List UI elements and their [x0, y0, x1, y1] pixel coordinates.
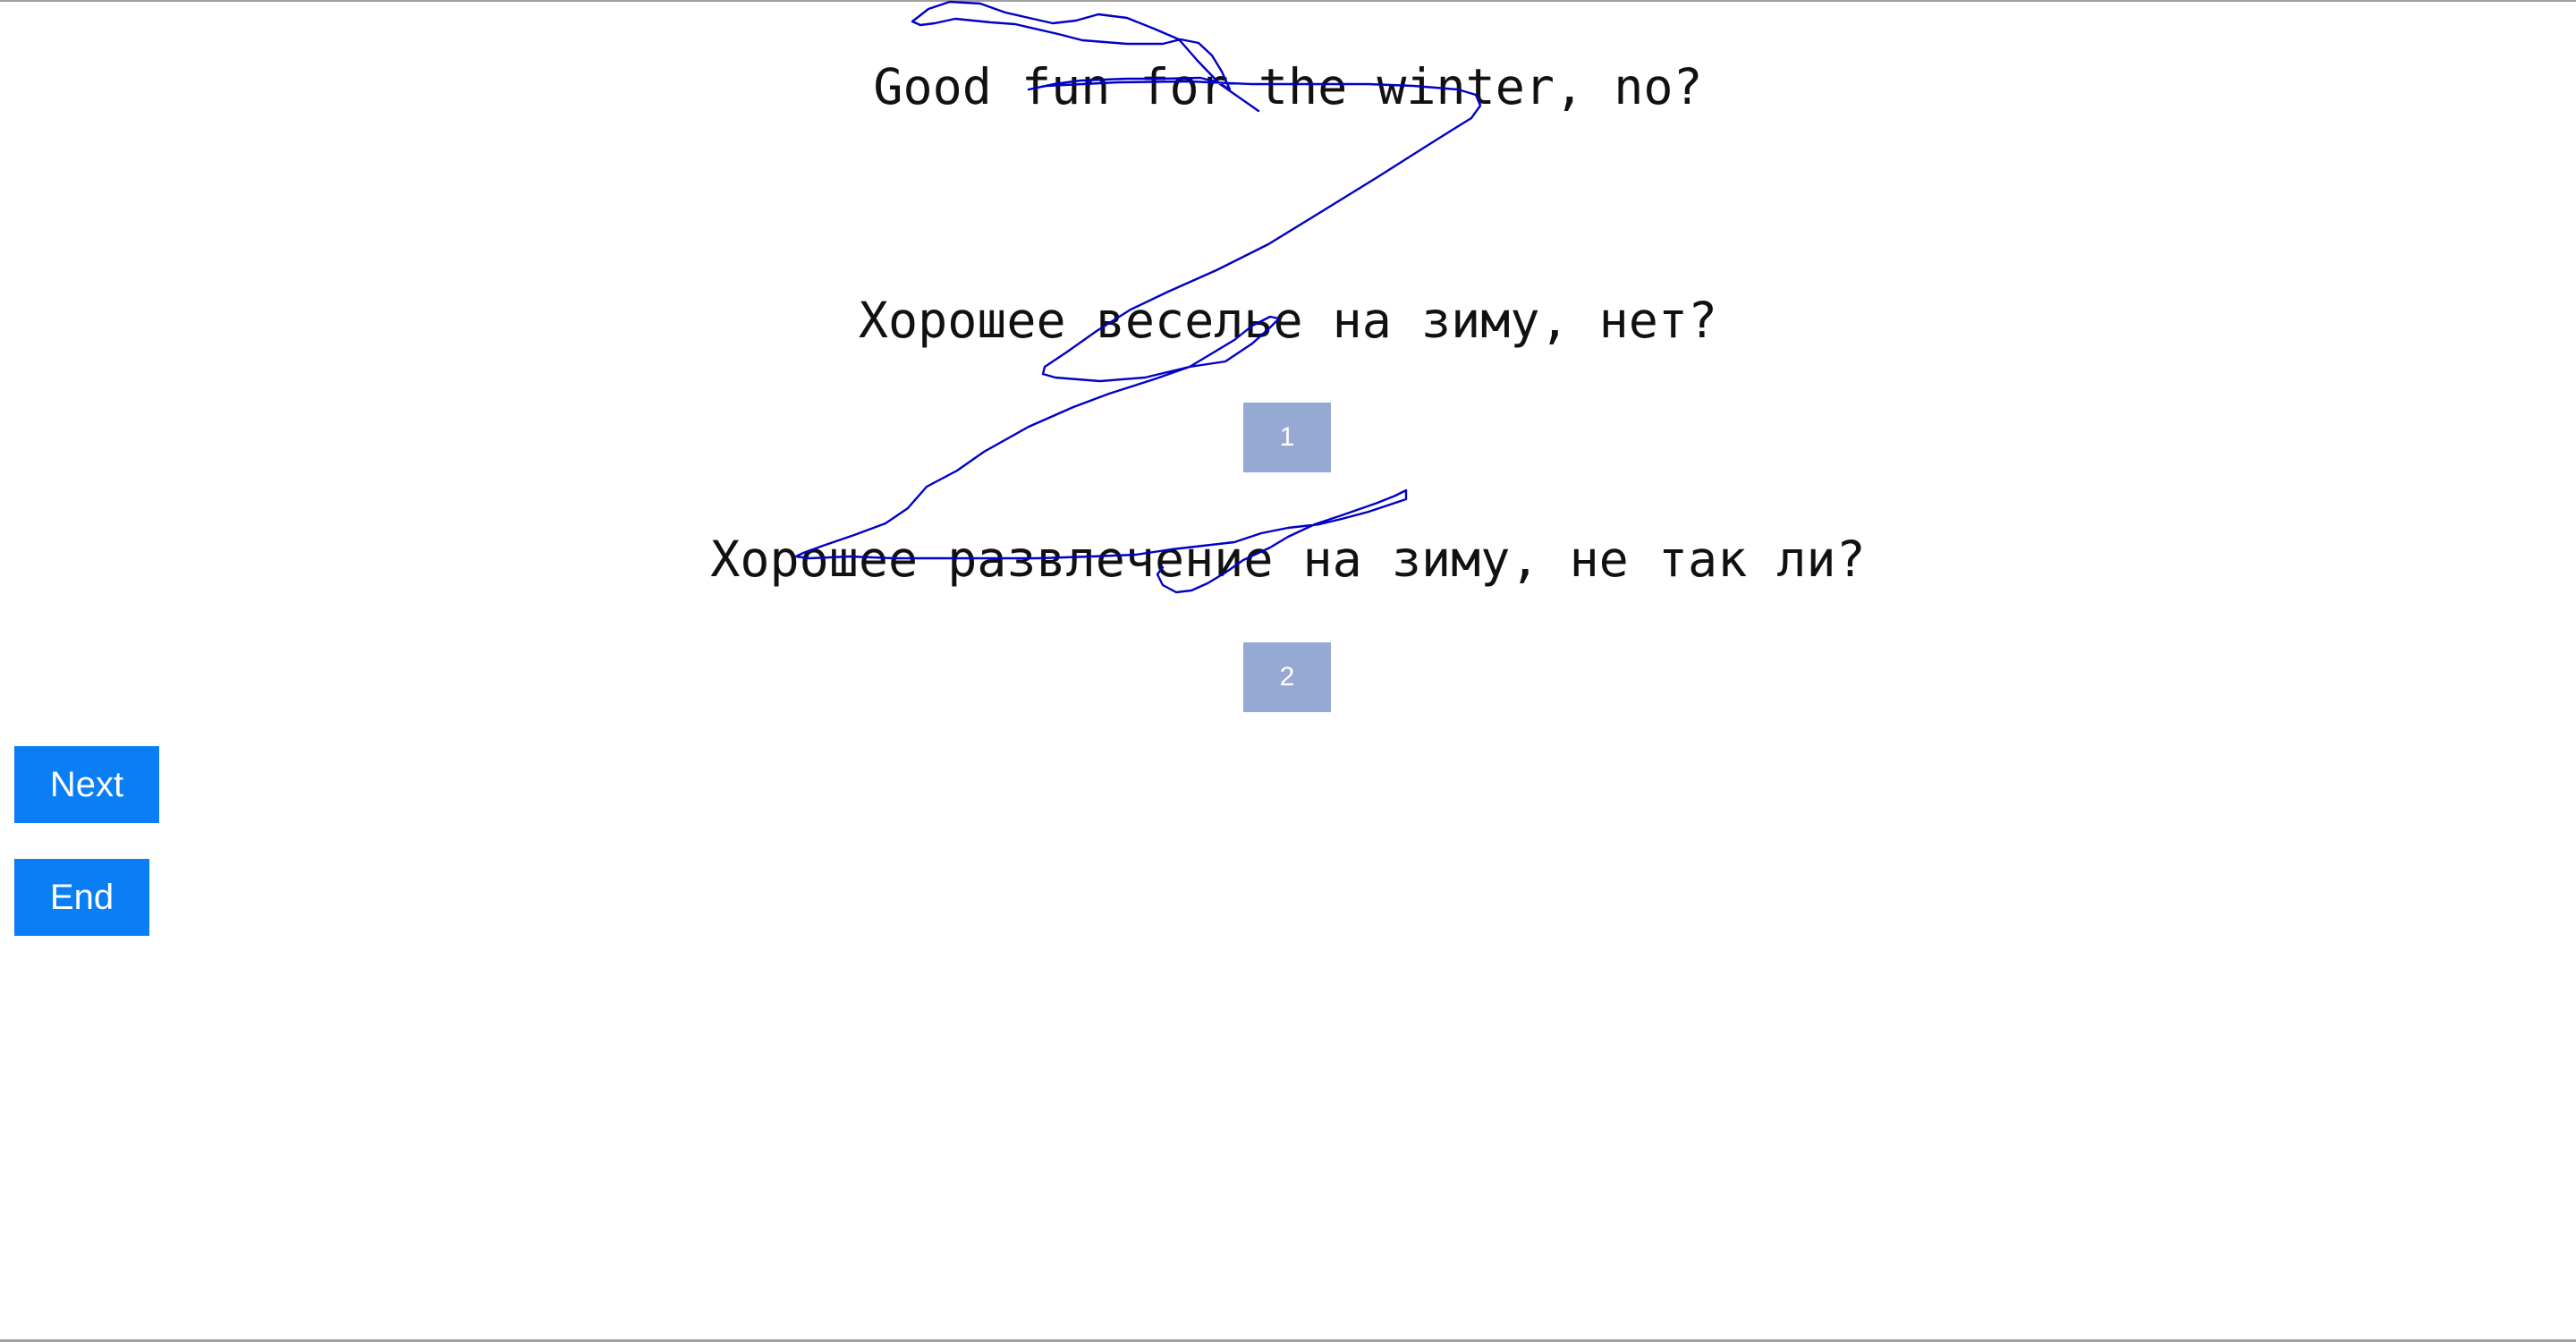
- translation-option-1: Хорошее веселье на зиму, нет?: [858, 292, 1718, 349]
- end-button[interactable]: End: [14, 859, 149, 936]
- choice-button-2[interactable]: 2: [1243, 642, 1331, 712]
- choice-button-1[interactable]: 1: [1243, 403, 1331, 472]
- source-sentence-english: Good fun for the winter, no?: [873, 58, 1703, 115]
- next-button[interactable]: Next: [14, 746, 159, 823]
- top-border: [0, 0, 2576, 2]
- translation-option-2: Хорошее развлечение на зиму, не так ли?: [710, 531, 1866, 588]
